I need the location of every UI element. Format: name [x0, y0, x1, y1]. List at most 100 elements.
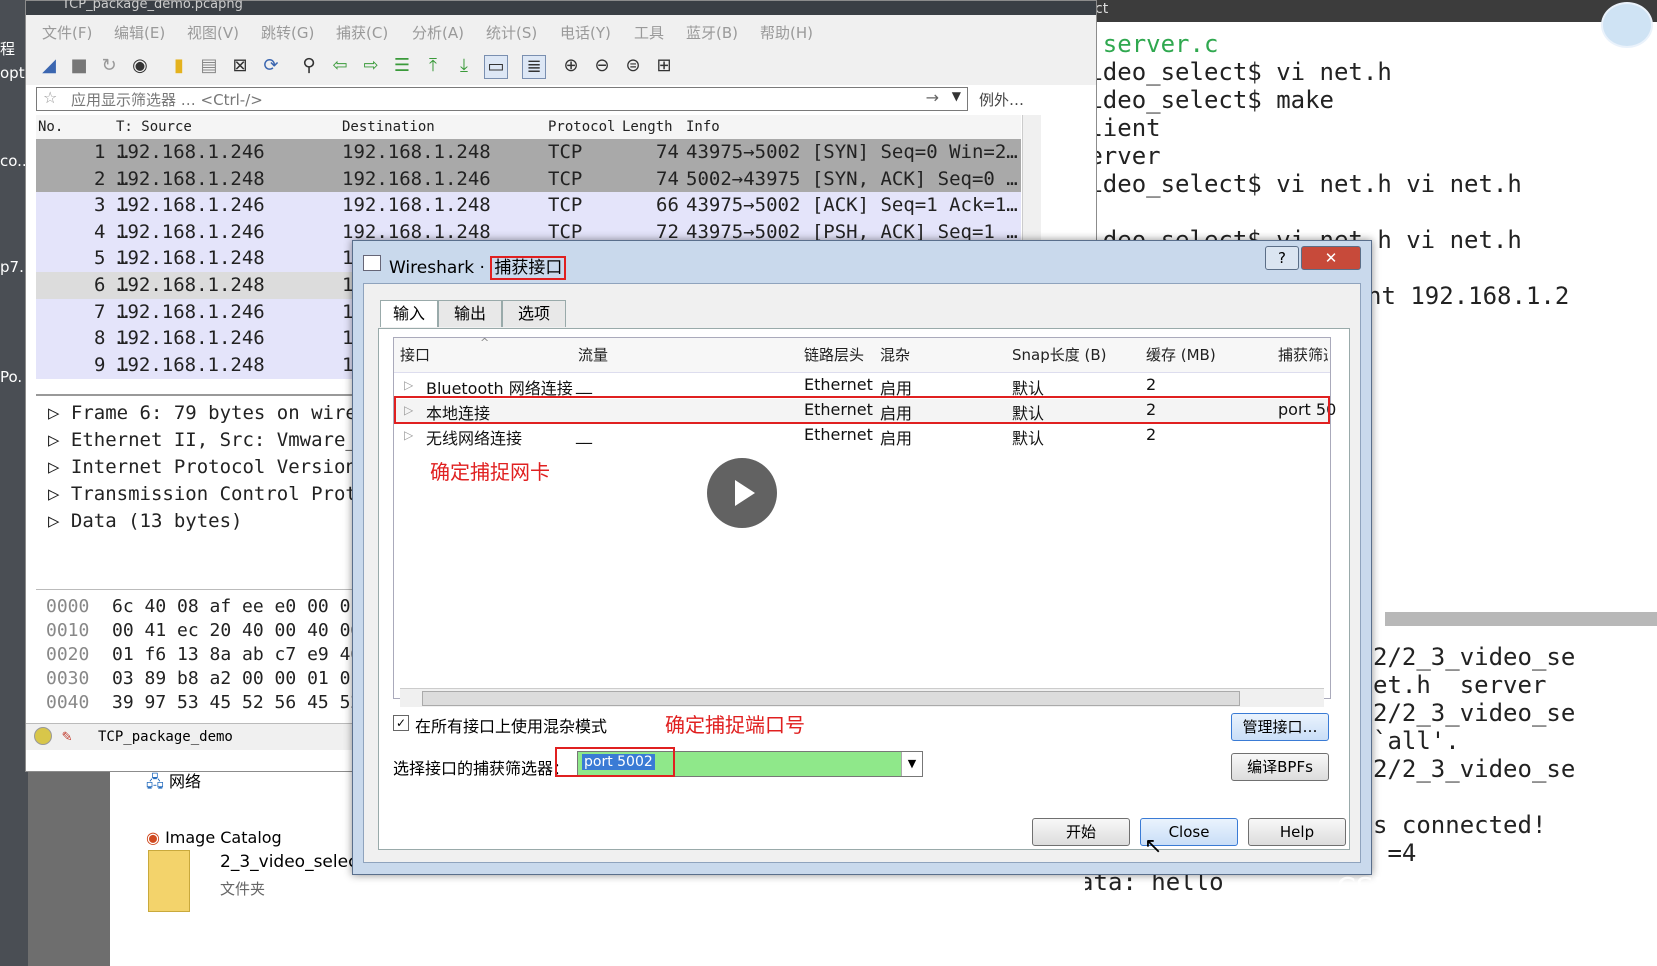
save-icon[interactable]: ▤ — [198, 55, 220, 77]
compile-bpf-button[interactable]: 编译BPFs — [1231, 753, 1329, 781]
detail-row[interactable]: ▷ Ethernet II, Src: Vmware_f1 — [48, 429, 380, 451]
start-button[interactable]: 开始 — [1032, 818, 1130, 846]
packet-source: 192.168.1.248 — [116, 353, 265, 376]
chevron-down-icon[interactable]: ▼ — [952, 89, 961, 103]
col-interface[interactable]: 接口 — [400, 338, 430, 372]
col-capture-filter[interactable]: 捕获筛选 — [1278, 338, 1328, 372]
forward-arrow-icon[interactable]: ⇨ — [360, 55, 382, 77]
hex-bytes[interactable]: 39 97 53 45 52 56 45 52 — [112, 692, 361, 713]
col-buffer[interactable]: 缓存 (MB) — [1146, 338, 1216, 372]
col-length[interactable]: Length — [622, 119, 673, 135]
bookmark-icon[interactable]: ☆ — [43, 88, 57, 107]
menu-go[interactable]: 跳转(G) — [261, 22, 314, 43]
options-gear-icon[interactable]: ◉ — [129, 55, 151, 77]
expert-info-icon[interactable] — [34, 727, 52, 745]
autoscroll-icon[interactable]: ▭ — [484, 55, 508, 79]
col-link-layer[interactable]: 链路层头 — [804, 338, 864, 372]
input-tab-panel: 接口 ^ 流量 链路层头 混杂 Snap长度 (B) 缓存 (MB) 捕获筛选 … — [378, 328, 1350, 850]
resize-columns-icon[interactable]: ⊞ — [653, 55, 675, 77]
hex-offset: 0020 — [46, 644, 90, 665]
find-icon[interactable]: ⚲ — [298, 55, 320, 77]
menu-file[interactable]: 文件(F) — [42, 22, 92, 43]
menu-help[interactable]: 帮助(H) — [760, 22, 813, 43]
last-packet-icon[interactable]: ⤓ — [453, 55, 475, 77]
status-file-name: TCP_package_demo — [98, 729, 233, 745]
hex-bytes[interactable]: 6c 40 08 af ee e0 00 0c — [112, 596, 361, 617]
annotation-nic: 确定捕捉网卡 — [430, 460, 550, 484]
colorize-icon[interactable]: ≣ — [522, 55, 546, 79]
reload-icon[interactable]: ⟳ — [260, 55, 282, 77]
open-folder-icon[interactable]: ▮ — [168, 55, 190, 77]
terminal-titlebar: ct — [1085, 0, 1657, 22]
capture-interfaces-dialog[interactable]: Wireshark · 捕获接口 ? ✕ 输入 输出 选项 接口 ^ 流量 链路… — [352, 240, 1372, 875]
first-packet-icon[interactable]: ⤒ — [422, 55, 444, 77]
menu-view[interactable]: 视图(V) — [187, 22, 239, 43]
help-button[interactable]: Help — [1248, 818, 1346, 846]
col-no[interactable]: No. — [38, 119, 63, 135]
col-protocol[interactable]: Protocol — [548, 119, 615, 135]
video-play-icon[interactable] — [707, 458, 777, 528]
hex-bytes[interactable]: 01 f6 13 8a ab c7 e9 46 — [112, 644, 361, 665]
detail-row[interactable]: ▷ Internet Protocol Version 4 — [48, 456, 380, 478]
promiscuous-checkbox[interactable]: ✓ — [393, 715, 409, 731]
nav-image-catalog[interactable]: ◉ Image Catalog — [146, 828, 282, 847]
back-arrow-icon[interactable]: ⇦ — [329, 55, 351, 77]
scrollbar-thumb[interactable] — [422, 691, 1240, 706]
edit-comment-icon[interactable]: ✎ — [62, 726, 72, 745]
exception-button[interactable]: 例外… — [979, 89, 1024, 110]
menu-tools[interactable]: 工具 — [634, 22, 664, 43]
dialog-title-prefix: Wireshark · — [389, 258, 491, 278]
display-filter-bar[interactable]: ☆ 应用显示筛选器 … <Ctrl-/> → ▼ — [36, 87, 968, 111]
shark-fin-start-icon[interactable]: ◢ — [38, 55, 60, 77]
packet-row[interactable]: 1 … 192.168.1.246 192.168.1.248 TCP 74 43975→… — [36, 139, 1021, 166]
chevron-down-icon[interactable]: ▼ — [901, 752, 922, 776]
expand-arrow-icon[interactable]: ▷ — [404, 378, 413, 392]
close-icon[interactable]: ✕ — [1301, 246, 1361, 270]
col-destination[interactable]: Destination — [342, 119, 435, 135]
restart-icon[interactable]: ↻ — [98, 55, 120, 77]
terminal-line: 3_video_select$ vi net.h vi net.h — [1045, 170, 1522, 198]
hex-bytes[interactable]: 03 89 b8 a2 00 00 01 01 — [112, 668, 361, 689]
apply-arrow-icon[interactable]: → — [926, 88, 939, 107]
zoom-reset-icon[interactable]: ⊜ — [622, 55, 644, 77]
hex-offset: 0000 — [46, 596, 90, 617]
stop-icon[interactable]: ■ — [68, 55, 90, 77]
menu-telephony[interactable]: 电话(Y) — [560, 22, 611, 43]
menu-analyze[interactable]: 分析(A) — [412, 22, 464, 43]
nav-network[interactable]: 🖧 网络 — [146, 768, 201, 798]
detail-row[interactable]: ▷ Data (13 bytes) — [48, 510, 242, 532]
packet-protocol: TCP — [548, 167, 583, 190]
col-snaplen[interactable]: Snap长度 (B) — [1012, 338, 1107, 372]
folder-name[interactable]: 2_3_video_select — [220, 852, 364, 872]
help-icon[interactable]: ? — [1265, 246, 1299, 270]
goto-packet-icon[interactable]: ☰ — [391, 55, 413, 77]
expand-arrow-icon[interactable]: ▷ — [404, 428, 413, 442]
menu-edit[interactable]: 编辑(E) — [114, 22, 165, 43]
manage-interfaces-button[interactable]: 管理接口… — [1231, 713, 1329, 741]
col-traffic[interactable]: 流量 — [578, 338, 608, 372]
tab-options[interactable]: 选项 — [502, 300, 566, 327]
packet-row[interactable]: 2 … 192.168.1.248 192.168.1.246 TCP 74 5002→4… — [36, 165, 1021, 193]
dialog-title: Wireshark · 捕获接口 — [389, 253, 567, 280]
horizontal-scrollbar[interactable] — [400, 688, 1324, 707]
packet-source: 192.168.1.248 — [116, 167, 265, 190]
tab-output[interactable]: 输出 — [438, 300, 502, 327]
main-toolbar: ◢ ■ ↻ ◉ ▮ ▤ ⊠ ⟳ ⚲ ⇦ ⇨ ☰ ⤒ ⤓ ▭ ≣ ⊕ ⊖ ⊜ ⊞ — [26, 47, 1096, 85]
sort-up-icon: ^ — [480, 336, 490, 349]
menu-statistics[interactable]: 统计(S) — [486, 22, 537, 43]
interface-row[interactable]: ▷ 无线网络连接 __ Ethernet 启用 默认 2 — [394, 424, 1330, 449]
packet-row[interactable]: 3 … 192.168.1.246 192.168.1.248 TCP 66 43975→… — [36, 192, 1021, 220]
menu-bluetooth[interactable]: 蓝牙(B) — [686, 22, 738, 43]
col-promiscuous[interactable]: 混杂 — [880, 338, 910, 372]
display-filter-input[interactable]: 应用显示筛选器 … <Ctrl-/> — [71, 89, 263, 110]
zoom-in-icon[interactable]: ⊕ — [560, 55, 582, 77]
tab-input[interactable]: 输入 — [380, 300, 438, 327]
zoom-out-icon[interactable]: ⊖ — [591, 55, 613, 77]
col-info[interactable]: Info — [686, 119, 720, 135]
col-source[interactable]: T: Source — [116, 119, 192, 135]
detail-row[interactable]: ▷ Frame 6: 79 bytes on wire ( — [48, 402, 380, 424]
detail-row[interactable]: ▷ Transmission Control Protoc — [48, 483, 380, 505]
close-file-icon[interactable]: ⊠ — [229, 55, 251, 77]
hex-bytes[interactable]: 00 41 ec 20 40 00 40 06 — [112, 620, 361, 641]
menu-capture[interactable]: 捕获(C) — [336, 22, 388, 43]
